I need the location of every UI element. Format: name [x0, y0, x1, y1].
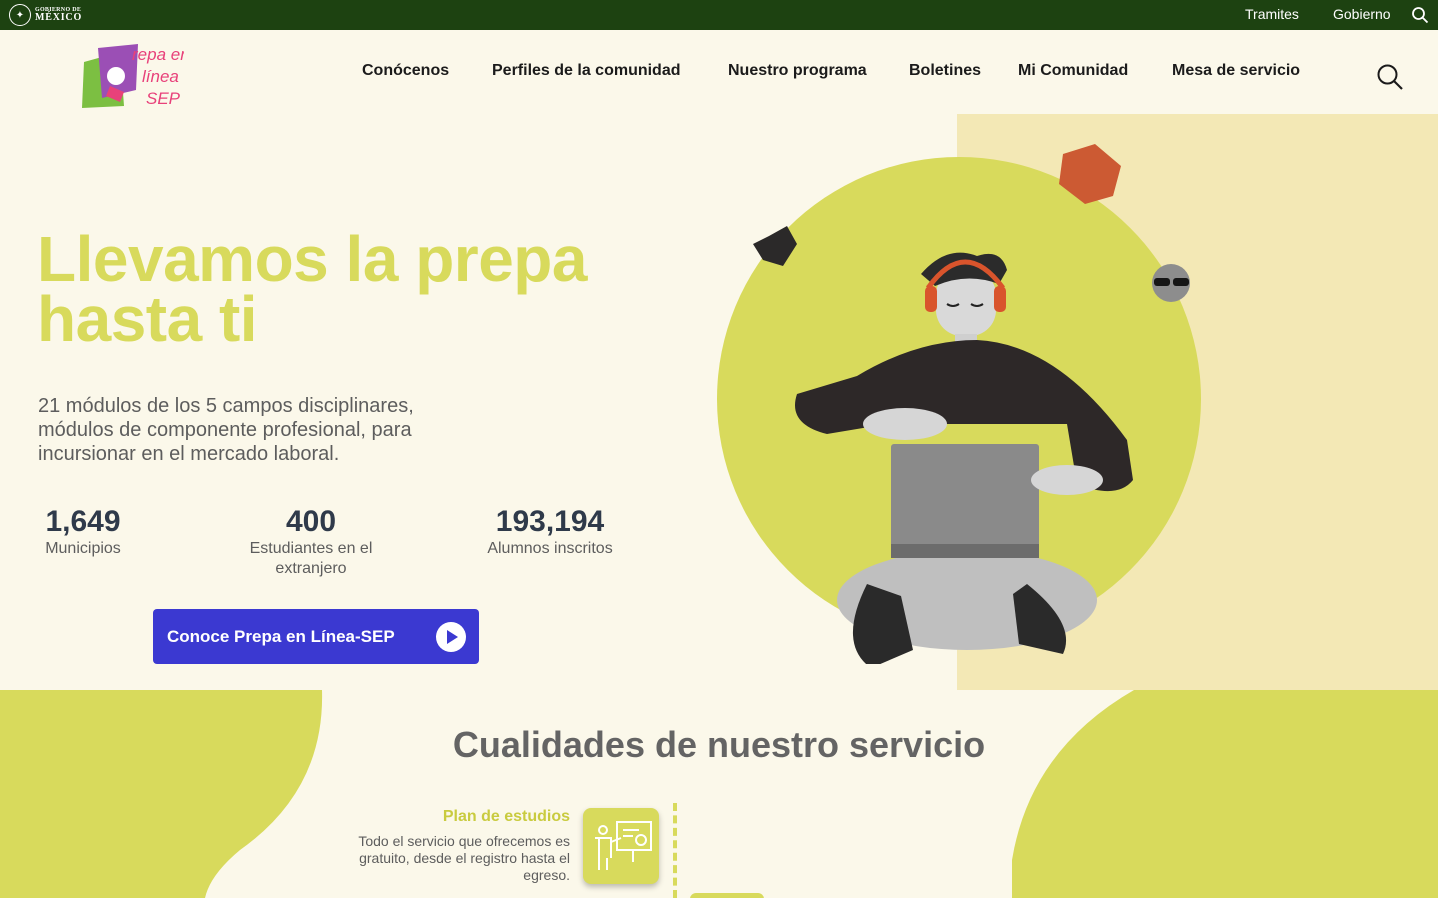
stat-value: 1,649 [45, 505, 121, 538]
stat-value: 400 [285, 505, 337, 538]
search-icon[interactable] [1376, 63, 1404, 91]
nav-mi-comunidad[interactable]: Mi Comunidad [1018, 62, 1128, 80]
section-title: Cualidades de nuestro servicio [452, 724, 986, 765]
feature-title: Plan de estudios [442, 808, 570, 825]
play-circle-icon [436, 622, 466, 652]
stat-label: Municipios [45, 540, 121, 557]
nav-boletines[interactable]: Boletines [909, 62, 981, 80]
government-top-bar: ✦ GOBIERNO DE MÉXICO Tramites Gobierno [0, 0, 1438, 30]
qualities-section: Cualidades de nuestro servicio Plan de e… [0, 690, 1438, 898]
stat-value: 193,194 [495, 505, 605, 538]
stat-municipios: 1,649 Municipios [38, 505, 128, 559]
stat-alumnos-inscritos: 193,194 Alumnos inscritos [470, 505, 630, 559]
teacher-board-icon [583, 808, 659, 884]
gobierno-de-mexico-logo[interactable]: ✦ GOBIERNO DE MÉXICO [9, 4, 82, 26]
stat-estudiantes-extranjero: 400 Estudiantes en el extranjero [246, 505, 376, 579]
gov-link-tramites[interactable]: Tramites [1245, 6, 1299, 22]
site-header: repa en línea SEP Conócenos Perfiles de … [0, 30, 1438, 114]
mexico-seal-icon: ✦ [9, 4, 31, 26]
cta-label: Conoce Prepa en Línea-SEP [167, 626, 395, 646]
stat-label: Estudiantes en el extranjero [249, 540, 373, 577]
hero-title: Llevamos la prepa hasta ti [37, 223, 587, 355]
gov-link-gobierno[interactable]: Gobierno [1333, 6, 1391, 22]
nav-perfiles-de-la-comunidad[interactable]: Perfiles de la comunidad [492, 62, 681, 80]
nav-conocenos[interactable]: Conócenos [362, 62, 449, 80]
next-feature-card [690, 893, 764, 898]
student-with-laptop-illustration [753, 144, 1190, 664]
nav-mesa-de-servicio[interactable]: Mesa de servicio [1172, 62, 1300, 80]
gov-logo-line2: MÉXICO [35, 12, 83, 23]
decorative-blob-right [1012, 690, 1438, 898]
feature-text: Todo el servicio que ofrecemos es gratui… [358, 833, 570, 883]
prepa-en-linea-logo[interactable]: repa en línea SEP [80, 42, 184, 112]
svg-text:línea: línea [142, 67, 179, 86]
hero-description: 21 módulos de los 5 campos disciplinares… [38, 395, 414, 465]
search-icon[interactable] [1411, 6, 1429, 24]
conoce-prepa-button[interactable]: Conoce Prepa en Línea-SEP [153, 609, 479, 664]
timeline-line [673, 803, 677, 898]
nav-nuestro-programa[interactable]: Nuestro programa [728, 62, 867, 80]
stat-label: Alumnos inscritos [487, 540, 613, 557]
svg-text:repa en: repa en [132, 45, 184, 64]
hero-section: Llevamos la prepa hasta ti 21 módulos de… [0, 114, 1438, 690]
decorative-blob-left [0, 690, 323, 898]
svg-text:SEP: SEP [146, 89, 181, 108]
